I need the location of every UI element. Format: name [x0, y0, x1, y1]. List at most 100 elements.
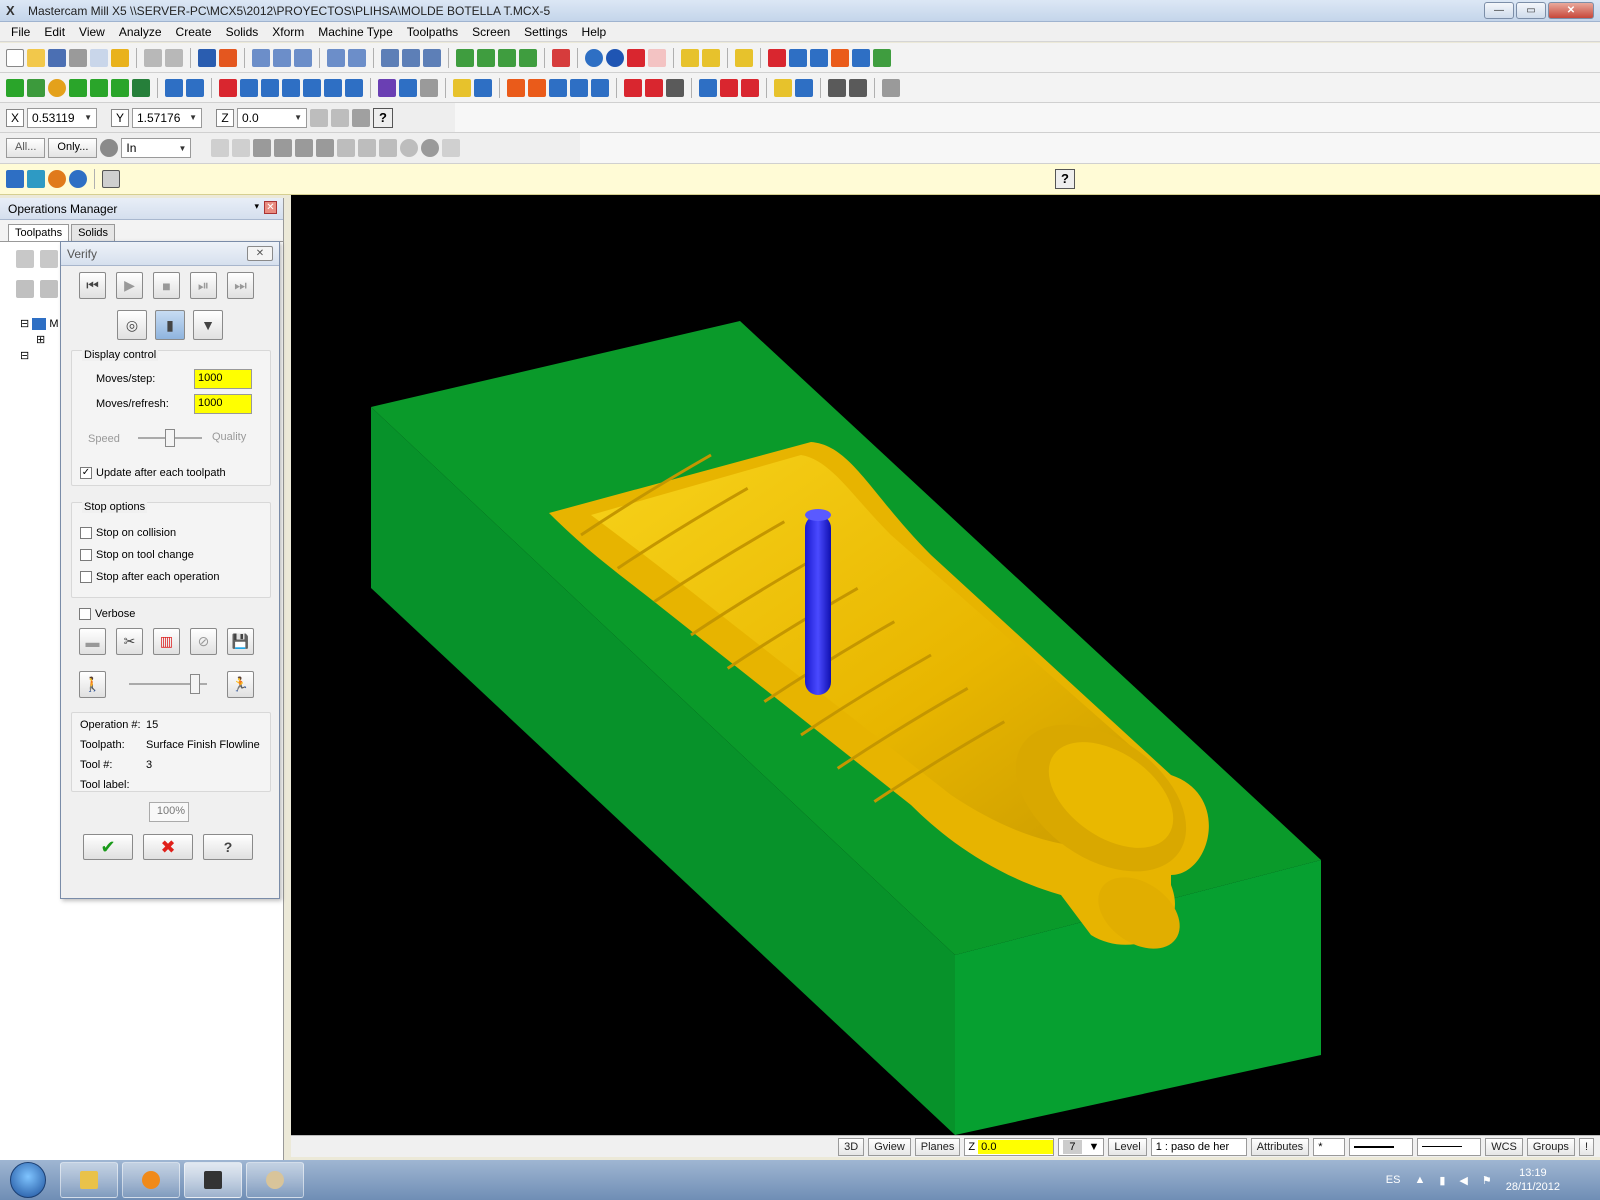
taskbar-explorer[interactable] — [60, 1162, 118, 1198]
update-after-toolpath-checkbox[interactable]: ✓ — [80, 467, 92, 479]
surface-revolved-icon[interactable] — [549, 78, 567, 97]
action-center-icon[interactable]: ⚑ — [1482, 1174, 1492, 1187]
toolpath-manager-icon[interactable] — [789, 48, 807, 67]
surface-offset-icon[interactable] — [645, 78, 663, 97]
menu-edit[interactable]: Edit — [37, 25, 72, 39]
select-dirty-ops-icon[interactable] — [40, 250, 58, 268]
art-manager-icon[interactable] — [27, 170, 45, 188]
lock-icon[interactable] — [16, 280, 34, 298]
tab-toolpaths[interactable]: Toolpaths — [8, 224, 70, 241]
chamfer-icon[interactable] — [90, 78, 108, 97]
help-icon[interactable]: ? — [373, 107, 393, 128]
taskbar-media-player[interactable] — [122, 1162, 180, 1198]
surface-lofted-icon[interactable] — [528, 78, 546, 97]
select-vertex-icon[interactable] — [379, 139, 398, 157]
view-cube-icon[interactable] — [552, 48, 570, 67]
stop-collision-checkbox[interactable] — [80, 527, 92, 539]
surface-split-icon[interactable] — [720, 78, 738, 97]
panel-pin-icon[interactable]: ▾ — [254, 201, 259, 212]
xform-project-icon[interactable] — [324, 78, 342, 97]
note-icon[interactable] — [849, 78, 867, 97]
taskbar-paint[interactable] — [246, 1162, 304, 1198]
verbose-checkbox[interactable] — [79, 608, 91, 620]
arrow-icon[interactable] — [474, 78, 492, 97]
zoom-fit-icon[interactable] — [273, 48, 291, 67]
stop-each-operation-row[interactable]: Stop after each operation — [80, 571, 220, 583]
menu-xform[interactable]: Xform — [265, 25, 311, 39]
chevron-down-icon[interactable]: ▼ — [189, 113, 197, 122]
y-coordinate-field[interactable]: 1.57176 ▼ — [132, 107, 202, 128]
analyze-distance-icon[interactable] — [681, 48, 699, 67]
update-after-toolpath-row[interactable]: ✓ Update after each toolpath — [80, 467, 226, 479]
verify-icon[interactable] — [831, 48, 849, 67]
surface-extend-icon[interactable] — [699, 78, 717, 97]
select-solid-icon[interactable] — [253, 139, 272, 157]
chain-icon[interactable] — [420, 78, 438, 97]
surface-trim-icon[interactable] — [666, 78, 684, 97]
surface-swept-icon[interactable] — [570, 78, 588, 97]
select-all-ops-icon[interactable] — [16, 250, 34, 268]
save-icon[interactable] — [48, 48, 66, 67]
break-icon[interactable] — [186, 78, 204, 97]
unzoom-icon[interactable] — [327, 48, 345, 67]
close-icon[interactable]: ✕ — [264, 201, 277, 214]
menu-analyze[interactable]: Analyze — [112, 25, 169, 39]
level-button[interactable]: Level — [1108, 1137, 1147, 1156]
language-indicator[interactable]: ES — [1386, 1174, 1401, 1186]
menu-create[interactable]: Create — [169, 25, 219, 39]
select-back-icon[interactable] — [358, 139, 377, 157]
backplot-icon[interactable] — [810, 48, 828, 67]
dimension-icon[interactable] — [828, 78, 846, 97]
start-button[interactable] — [10, 1162, 46, 1198]
select-face-icon[interactable] — [274, 139, 293, 157]
menu-solids[interactable]: Solids — [219, 25, 266, 39]
render-icon[interactable] — [48, 170, 66, 188]
point-style-select[interactable]: * — [1313, 1137, 1346, 1156]
minimize-button[interactable]: — — [1484, 2, 1514, 19]
select-all-button[interactable]: All... — [6, 138, 46, 158]
z-depth-field[interactable]: Z 0.0 — [964, 1137, 1055, 1156]
clear-selection-icon[interactable] — [400, 139, 419, 157]
select-window-icon[interactable] — [232, 139, 251, 157]
autocursor-icon[interactable] — [331, 108, 349, 127]
view-3d-button[interactable]: 3D — [838, 1137, 865, 1156]
stop-each-operation-checkbox[interactable] — [80, 571, 92, 583]
tool-holder-button[interactable]: ▼ — [193, 310, 223, 340]
print-icon[interactable] — [69, 48, 87, 67]
menu-settings[interactable]: Settings — [517, 25, 574, 39]
stock-setup-button[interactable]: ▬ — [79, 628, 106, 655]
ok-button[interactable]: ✔ — [83, 834, 133, 860]
surface-fillet-icon[interactable] — [624, 78, 642, 97]
selection-help-icon[interactable] — [442, 139, 461, 157]
menu-file[interactable]: File — [4, 25, 37, 39]
show-hidden-icons-icon[interactable]: ▲ — [1414, 1174, 1425, 1186]
attributes-button[interactable]: Attributes — [1250, 1137, 1310, 1156]
drafting-icon[interactable] — [378, 78, 396, 97]
undo-icon[interactable] — [144, 48, 162, 67]
select-only-button[interactable]: Only... — [48, 138, 98, 158]
analyze-chain-icon[interactable] — [735, 48, 753, 67]
zoom-window-icon[interactable] — [252, 48, 270, 67]
help-button[interactable]: ? — [203, 834, 253, 860]
verbose-row[interactable]: Verbose — [79, 608, 135, 620]
tree-root[interactable]: ⊟ M — [20, 316, 59, 332]
groups-button[interactable]: Groups — [1526, 1137, 1575, 1156]
chevron-down-icon[interactable]: ▼ — [1089, 1140, 1100, 1154]
stop-tool-change-checkbox[interactable] — [80, 549, 92, 561]
analyze-entity-icon[interactable] — [702, 48, 720, 67]
point-icon[interactable] — [6, 78, 24, 97]
light-icon[interactable] — [453, 78, 471, 97]
level-select[interactable]: 1 : paso de her — [1150, 1137, 1247, 1156]
fillet-icon[interactable] — [69, 78, 87, 97]
playback-speed-thumb[interactable] — [190, 674, 201, 694]
open-file-icon[interactable] — [27, 48, 45, 67]
zoom-target-icon[interactable] — [294, 48, 312, 67]
autocursor-settings-icon[interactable] — [352, 108, 370, 127]
fast-forward-button[interactable]: ⏭ — [227, 272, 254, 299]
save-stl-button[interactable]: 💾 — [227, 628, 254, 655]
graphics-viewport[interactable] — [291, 195, 1600, 1135]
gview-button[interactable]: Gview — [868, 1137, 911, 1156]
slow-button[interactable]: 🚶 — [79, 671, 106, 698]
xform-array-icon[interactable] — [345, 78, 363, 97]
speed-quality-slider-thumb[interactable] — [165, 429, 175, 447]
